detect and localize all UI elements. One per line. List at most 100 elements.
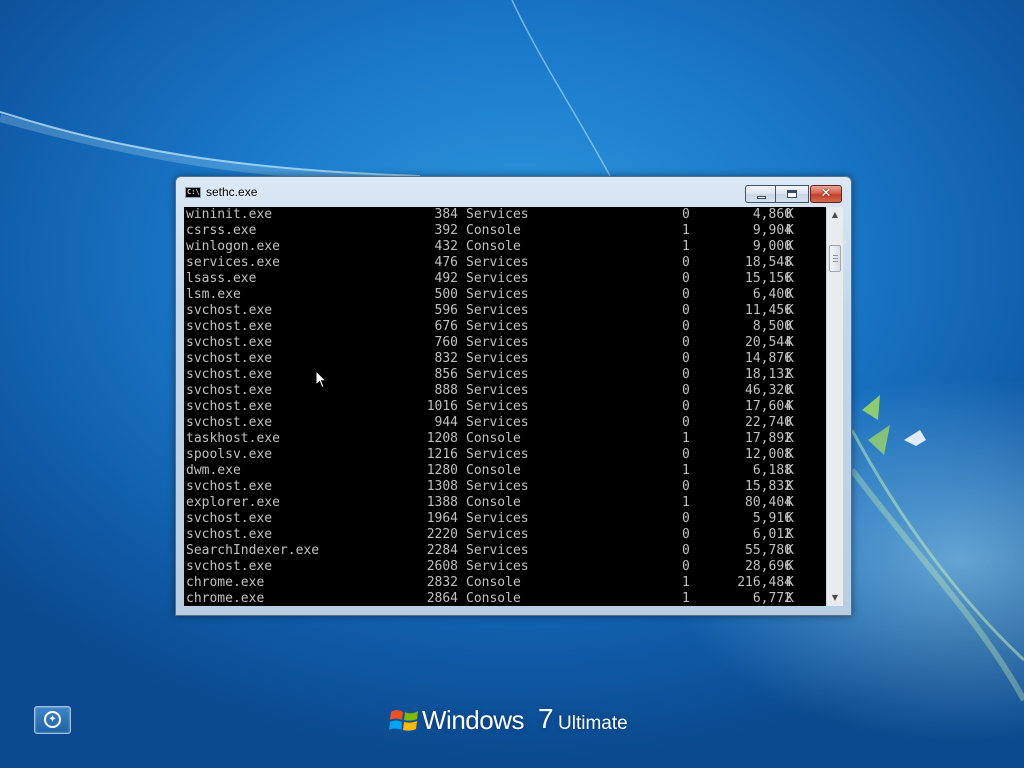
process-name: SearchIndexer.exe <box>186 543 320 558</box>
console-app-icon[interactable]: C:\ <box>185 187 201 198</box>
process-row: csrss.exe 392 Console 1 9,904 K <box>186 223 826 239</box>
process-pid: 944 <box>434 415 458 430</box>
process-name: services.exe <box>186 255 280 270</box>
process-pid: 2608 <box>426 559 458 574</box>
process-mem-usage: 18,548 <box>745 255 792 270</box>
process-session-number: 0 <box>682 479 690 494</box>
minimize-icon <box>757 196 766 199</box>
process-mem-usage: 17,604 <box>745 399 792 414</box>
process-session-number: 0 <box>682 511 690 526</box>
process-mem-unit: K <box>786 591 794 606</box>
process-name: svchost.exe <box>186 303 273 318</box>
process-pid: 476 <box>434 255 458 270</box>
process-name: svchost.exe <box>186 367 273 382</box>
process-row: explorer.exe 1388 Console 1 80,404 K <box>186 495 826 511</box>
process-name: svchost.exe <box>186 383 273 398</box>
process-name: svchost.exe <box>186 319 273 334</box>
process-pid: 832 <box>434 351 458 366</box>
process-row: svchost.exe 1016 Services 0 17,604 K <box>186 399 826 415</box>
process-mem-unit: K <box>786 271 794 286</box>
process-name: svchost.exe <box>186 335 273 350</box>
process-name: svchost.exe <box>186 479 273 494</box>
process-row: taskhost.exe 1208 Console 1 17,892 K <box>186 431 826 447</box>
process-mem-usage: 11,456 <box>745 303 792 318</box>
console-window[interactable]: C:\ sethc.exe ✕ wininit.exe 384 Services 0 4… <box>175 176 852 616</box>
process-row: winlogon.exe 432 Console 1 9,000 K <box>186 239 826 255</box>
process-row: svchost.exe 1308 Services 0 15,832 K <box>186 479 826 495</box>
process-pid: 1964 <box>426 511 458 526</box>
process-session-name: Services <box>466 527 529 542</box>
process-mem-unit: K <box>786 303 794 318</box>
process-session-number: 0 <box>682 207 690 222</box>
console-output[interactable]: wininit.exe 384 Services 0 4,860 Kcsrss.exe 39… <box>184 207 826 606</box>
maximize-button[interactable] <box>776 185 809 203</box>
process-mem-unit: K <box>786 431 794 446</box>
ease-of-access-icon: ✦ <box>44 711 61 728</box>
process-pid: 1280 <box>426 463 458 478</box>
process-pid: 1308 <box>426 479 458 494</box>
process-row: SearchIndexer.exe 2284 Services 0 55,780 K <box>186 543 826 559</box>
process-mem-unit: K <box>786 463 794 478</box>
process-pid: 2284 <box>426 543 458 558</box>
process-mem-unit: K <box>786 255 794 270</box>
title-bar[interactable]: C:\ sethc.exe ✕ <box>176 177 851 207</box>
process-session-number: 1 <box>682 463 690 478</box>
process-mem-unit: K <box>786 383 794 398</box>
process-pid: 500 <box>434 287 458 302</box>
process-session-number: 0 <box>682 303 690 318</box>
process-session-number: 0 <box>682 335 690 350</box>
process-pid: 432 <box>434 239 458 254</box>
minimize-button[interactable] <box>745 185 776 203</box>
process-session-number: 1 <box>682 223 690 238</box>
vertical-scrollbar[interactable]: ▲ ▼ <box>826 207 843 606</box>
process-mem-usage: 15,832 <box>745 479 792 494</box>
process-name: spoolsv.exe <box>186 447 273 462</box>
process-name: svchost.exe <box>186 399 273 414</box>
process-pid: 2832 <box>426 575 458 590</box>
process-session-number: 0 <box>682 559 690 574</box>
process-session-name: Services <box>466 511 529 526</box>
process-session-number: 0 <box>682 415 690 430</box>
process-pid: 1208 <box>426 431 458 446</box>
process-session-number: 1 <box>682 591 690 606</box>
process-pid: 392 <box>434 223 458 238</box>
process-name: lsm.exe <box>186 287 241 302</box>
brand-version: 7 <box>538 703 554 734</box>
process-mem-usage: 216,484 <box>737 575 792 590</box>
process-session-name: Services <box>466 479 529 494</box>
scroll-up-arrow-icon[interactable]: ▲ <box>827 207 843 223</box>
process-session-name: Console <box>466 431 521 446</box>
process-session-name: Services <box>466 335 529 350</box>
scroll-down-arrow-icon[interactable]: ▼ <box>827 590 843 606</box>
process-pid: 888 <box>434 383 458 398</box>
process-row: svchost.exe 2220 Services 0 6,012 K <box>186 527 826 543</box>
process-mem-unit: K <box>786 239 794 254</box>
process-session-number: 1 <box>682 575 690 590</box>
process-mem-unit: K <box>786 287 794 302</box>
process-session-name: Services <box>466 303 529 318</box>
process-row: dwm.exe 1280 Console 1 6,188 K <box>186 463 826 479</box>
process-mem-usage: 28,696 <box>745 559 792 574</box>
process-session-name: Console <box>466 239 521 254</box>
process-mem-unit: K <box>786 319 794 334</box>
window-title: sethc.exe <box>206 185 258 199</box>
process-session-name: Services <box>466 319 529 334</box>
process-row: svchost.exe 676 Services 0 8,500 K <box>186 319 826 335</box>
process-session-name: Services <box>466 415 529 430</box>
process-pid: 384 <box>434 207 458 222</box>
scroll-thumb[interactable] <box>829 245 841 272</box>
process-name: taskhost.exe <box>186 431 280 446</box>
process-row: svchost.exe 596 Services 0 11,456 K <box>186 303 826 319</box>
process-mem-unit: K <box>786 543 794 558</box>
process-name: chrome.exe <box>186 575 265 590</box>
process-mem-unit: K <box>786 527 794 542</box>
process-session-name: Services <box>466 543 529 558</box>
close-button[interactable]: ✕ <box>810 185 842 203</box>
process-mem-usage: 20,544 <box>745 335 792 350</box>
mouse-cursor-icon <box>315 370 327 389</box>
process-mem-unit: K <box>786 495 794 510</box>
ease-of-access-button[interactable]: ✦ <box>34 706 71 734</box>
windows-flag-logo-icon <box>389 710 418 731</box>
maximize-icon <box>787 190 797 198</box>
process-pid: 2220 <box>426 527 458 542</box>
